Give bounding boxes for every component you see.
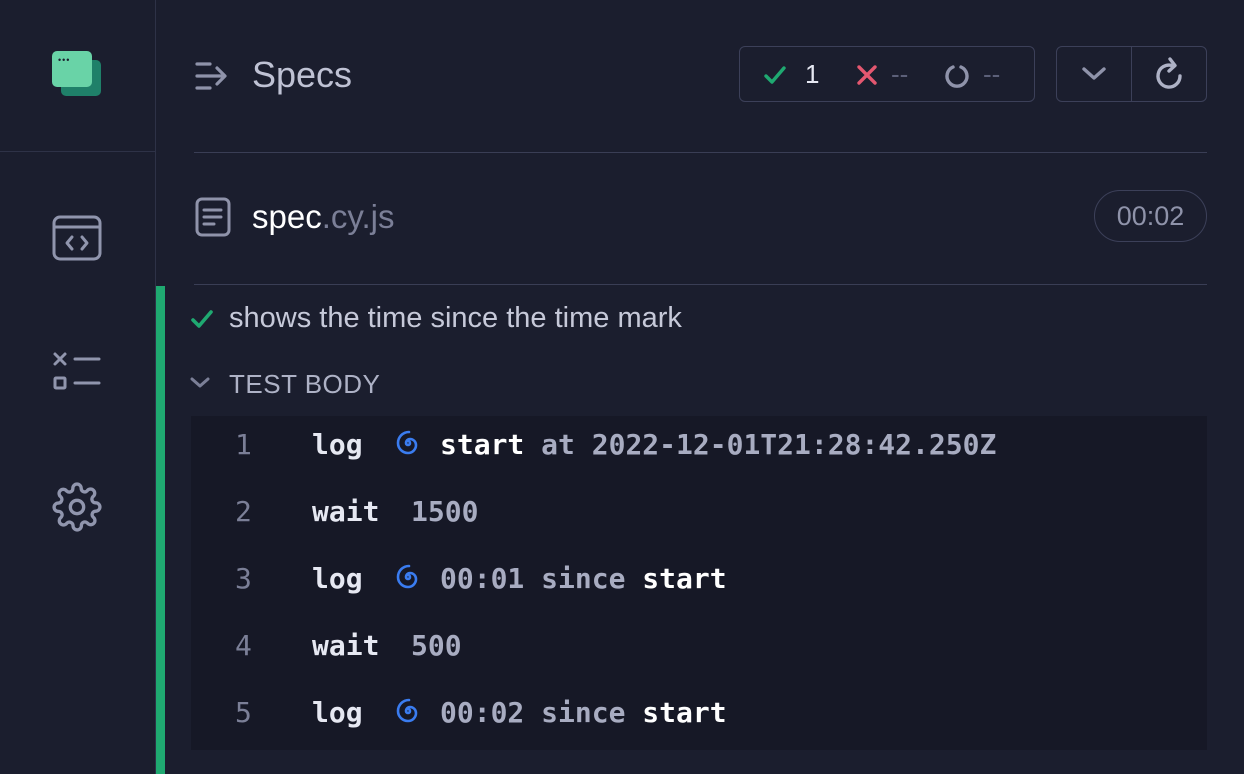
message-part: start bbox=[440, 428, 525, 461]
command-row[interactable]: 2 wait 1500 bbox=[191, 483, 1207, 550]
command-name: log bbox=[312, 696, 363, 729]
command-number: 3 bbox=[235, 562, 252, 595]
spec-duration-badge: 00:02 bbox=[1094, 190, 1207, 242]
command-name: log bbox=[312, 562, 363, 595]
failed-count: -- bbox=[891, 59, 909, 89]
spec-file-name: spec.cy.js bbox=[252, 198, 394, 236]
command-message: start at 2022-12-01T21:28:42.250Z bbox=[440, 428, 996, 461]
command-number: 4 bbox=[235, 629, 252, 662]
spec-divider bbox=[194, 284, 1207, 285]
test-title[interactable]: shows the time since the time mark bbox=[229, 302, 682, 335]
passed-count: 1 bbox=[805, 59, 820, 89]
command-row[interactable]: 4 wait 500 bbox=[191, 617, 1207, 684]
test-stats: 1 -- -- bbox=[739, 46, 1035, 102]
message-part: at 2022-12-01T21:28:42.250Z bbox=[524, 428, 997, 461]
command-number: 5 bbox=[235, 696, 252, 729]
message-part: start bbox=[642, 696, 727, 729]
header-divider bbox=[194, 152, 1207, 153]
pending-spinner-icon bbox=[945, 65, 969, 88]
command-message: 500 bbox=[411, 629, 462, 662]
command-log: 1 log start at 2022-12-01T21:28:42.250Z … bbox=[191, 416, 1207, 750]
chevron-down-icon bbox=[1082, 67, 1106, 80]
spec-header[interactable]: spec.cy.js 00:02 bbox=[194, 190, 1207, 246]
command-name: wait bbox=[312, 629, 380, 662]
cyclone-emoji-icon bbox=[396, 698, 418, 723]
command-name: log bbox=[312, 428, 363, 461]
command-number: 2 bbox=[235, 495, 252, 528]
message-part: 00:01 since bbox=[440, 562, 643, 595]
collapse-button[interactable] bbox=[1057, 47, 1131, 101]
test-passed-check-icon bbox=[191, 310, 213, 328]
section-chevron-down-icon[interactable] bbox=[190, 376, 210, 390]
passed-check-icon bbox=[764, 66, 786, 84]
spec-base-name: spec bbox=[252, 198, 322, 235]
rerun-button[interactable] bbox=[1132, 47, 1206, 101]
command-message: 1500 bbox=[411, 495, 479, 528]
header-controls bbox=[1056, 46, 1207, 102]
pending-count: -- bbox=[983, 59, 1001, 89]
command-number: 1 bbox=[235, 428, 252, 461]
command-row[interactable]: 1 log start at 2022-12-01T21:28:42.250Z bbox=[191, 416, 1207, 483]
specs-nav-icon[interactable] bbox=[51, 212, 103, 264]
refresh-icon bbox=[1156, 57, 1182, 89]
command-row[interactable]: 5 log 00:02 since start bbox=[191, 684, 1207, 751]
spec-extension: .cy.js bbox=[321, 198, 395, 235]
settings-gear-icon[interactable] bbox=[51, 481, 103, 533]
logo-area: ••• bbox=[0, 0, 155, 152]
reporter-header: Specs 1 -- -- bbox=[194, 46, 1207, 106]
test-body-header[interactable]: TEST BODY bbox=[229, 369, 380, 400]
app-logo-icon[interactable]: ••• bbox=[52, 51, 102, 97]
command-name: wait bbox=[312, 495, 380, 528]
specs-list-icon[interactable] bbox=[194, 60, 232, 94]
page-title: Specs bbox=[252, 54, 353, 95]
failed-x-icon bbox=[857, 65, 877, 85]
message-part: 00:02 since bbox=[440, 696, 643, 729]
runs-nav-icon[interactable] bbox=[51, 346, 103, 398]
cyclone-emoji-icon bbox=[396, 564, 418, 589]
command-message: 00:01 since start bbox=[440, 562, 727, 595]
sidebar: ••• bbox=[0, 0, 156, 774]
command-message: 00:02 since start bbox=[440, 696, 727, 729]
cyclone-emoji-icon bbox=[396, 430, 418, 455]
command-row[interactable]: 3 log 00:01 since start bbox=[191, 550, 1207, 617]
test-pass-indicator bbox=[156, 286, 165, 774]
spec-file-icon bbox=[195, 197, 231, 237]
message-part: start bbox=[642, 562, 727, 595]
